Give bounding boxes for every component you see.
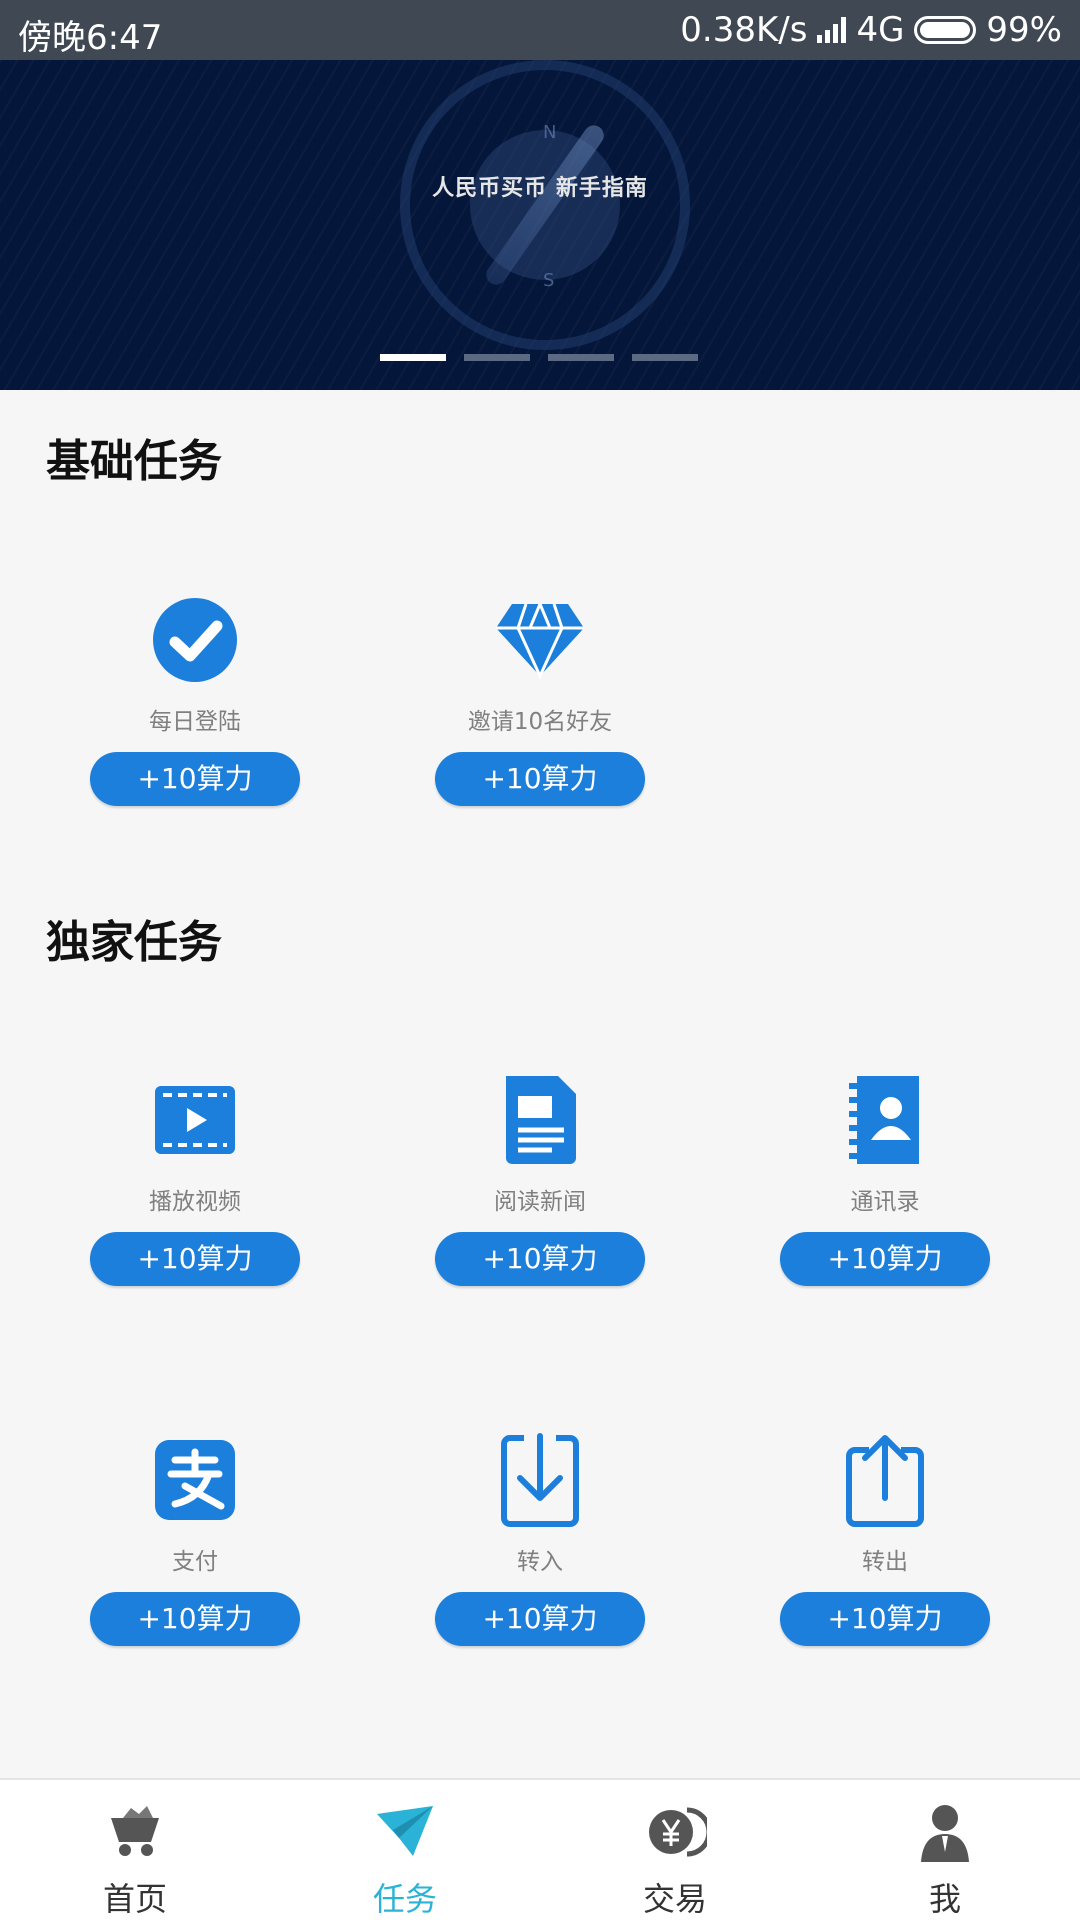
status-bar: 傍晚6:47 0.38K/s 4G 99% xyxy=(0,0,1080,60)
task-contacts: 通讯录 +10算力 xyxy=(775,1070,995,1286)
user-icon xyxy=(913,1800,977,1864)
reward-button[interactable]: +10算力 xyxy=(90,1592,300,1646)
section-title-exclusive: 独家任务 xyxy=(46,917,222,968)
tab-home[interactable]: 首页 xyxy=(0,1780,270,1920)
task-label: 每日登陆 xyxy=(149,709,241,735)
tab-label: 任务 xyxy=(372,1880,437,1918)
reward-button[interactable]: +10算力 xyxy=(780,1592,990,1646)
task-label: 转入 xyxy=(517,1549,563,1575)
network-speed: 0.38K/s xyxy=(680,10,808,50)
compass-graphic: N S xyxy=(400,60,690,350)
download-icon xyxy=(490,1430,590,1530)
battery-percent: 99% xyxy=(986,10,1062,50)
task-transfer-out: 转出 +10算力 xyxy=(775,1430,995,1646)
alipay-icon xyxy=(145,1430,245,1530)
compass-n-label: N xyxy=(543,122,557,143)
task-label: 通讯录 xyxy=(850,1189,920,1215)
reward-button[interactable]: +10算力 xyxy=(90,752,300,806)
tab-me[interactable]: 我 xyxy=(810,1780,1080,1920)
compass-s-label: S xyxy=(543,270,555,291)
tab-label: 交易 xyxy=(642,1880,707,1918)
carousel-dot-2[interactable] xyxy=(464,354,530,361)
carousel-dot-1[interactable] xyxy=(380,354,446,361)
document-icon xyxy=(490,1070,590,1170)
reward-button[interactable]: +10算力 xyxy=(435,752,645,806)
section-title-basic: 基础任务 xyxy=(46,436,222,487)
tab-tasks[interactable]: 任务 xyxy=(270,1780,540,1920)
carousel-indicator xyxy=(380,354,698,361)
tab-label: 我 xyxy=(928,1880,961,1918)
task-label: 阅读新闻 xyxy=(494,1189,586,1215)
status-right: 0.38K/s 4G 99% xyxy=(680,10,1062,50)
contacts-book-icon xyxy=(835,1070,935,1170)
banner-carousel[interactable]: N S 人民币买币 新手指南 xyxy=(0,60,1080,390)
tab-trade[interactable]: 交易 xyxy=(540,1780,810,1920)
mining-cart-icon xyxy=(103,1800,167,1864)
network-type: 4G xyxy=(856,10,905,50)
reward-button[interactable]: +10算力 xyxy=(90,1232,300,1286)
battery-icon xyxy=(914,16,977,44)
task-label: 播放视频 xyxy=(149,1189,241,1215)
task-transfer-in: 转入 +10算力 xyxy=(430,1430,650,1646)
upload-icon xyxy=(835,1430,935,1530)
video-play-icon xyxy=(145,1070,245,1170)
reward-button[interactable]: +10算力 xyxy=(435,1592,645,1646)
task-label: 转出 xyxy=(862,1549,908,1575)
task-label: 支付 xyxy=(172,1549,218,1575)
tab-label: 首页 xyxy=(102,1880,167,1918)
status-time: 傍晚6:47 xyxy=(18,18,163,58)
task-pay: 支付 +10算力 xyxy=(85,1430,305,1646)
bottom-tab-bar: 首页 任务 交易 我 xyxy=(0,1778,1080,1920)
carousel-dot-3[interactable] xyxy=(548,354,614,361)
banner-title: 人民币买币 新手指南 xyxy=(432,176,648,201)
carousel-dot-4[interactable] xyxy=(632,354,698,361)
diamond-icon xyxy=(490,590,590,690)
task-invite: 邀请10名好友 +10算力 xyxy=(430,590,650,806)
reward-button[interactable]: +10算力 xyxy=(780,1232,990,1286)
signal-icon xyxy=(817,17,847,43)
task-news: 阅读新闻 +10算力 xyxy=(430,1070,650,1286)
checkmark-circle-icon xyxy=(145,590,245,690)
yen-coin-icon xyxy=(643,1800,712,1864)
reward-button[interactable]: +10算力 xyxy=(435,1232,645,1286)
task-video: 播放视频 +10算力 xyxy=(85,1070,305,1286)
task-daily-login: 每日登陆 +10算力 xyxy=(85,590,305,806)
paper-plane-icon xyxy=(373,1800,437,1864)
task-label: 邀请10名好友 xyxy=(467,709,613,735)
